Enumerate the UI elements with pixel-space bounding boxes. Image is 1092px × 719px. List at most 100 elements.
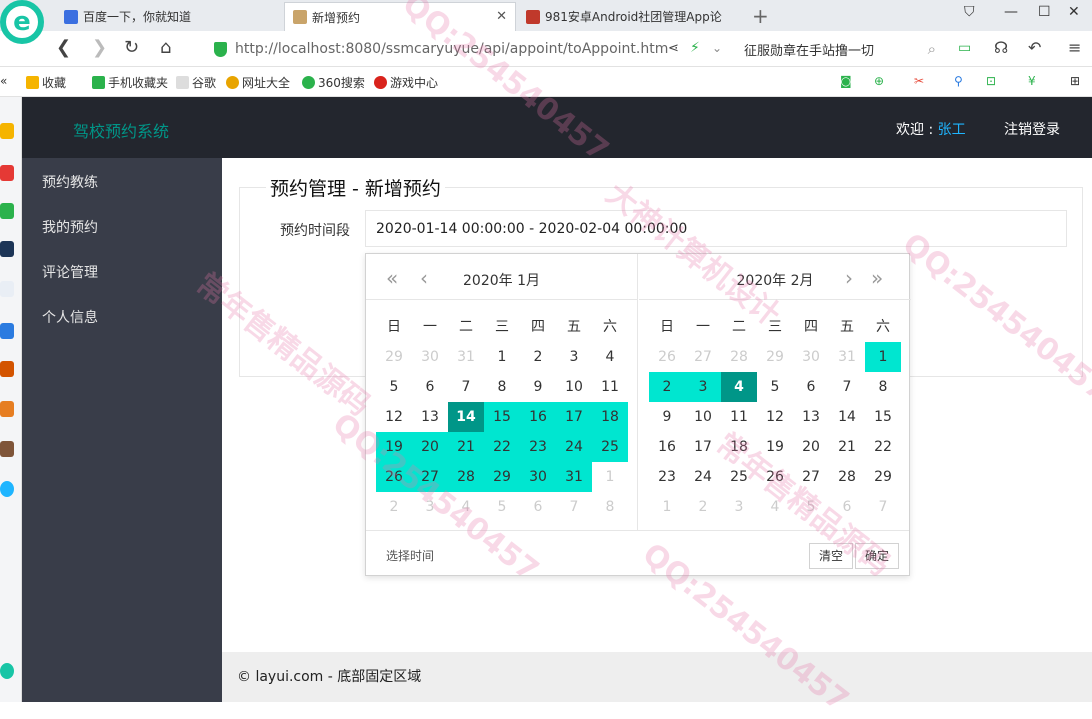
day-cell[interactable]: 26 (649, 342, 685, 372)
day-cell[interactable]: 16 (520, 402, 556, 432)
day-cell[interactable]: 21 (829, 432, 865, 462)
sidebar-item-my-appointments[interactable]: 我的预约 (42, 217, 98, 237)
day-cell[interactable]: 1 (592, 462, 628, 492)
day-cell[interactable]: 18 (592, 402, 628, 432)
undo-icon[interactable]: ↶ (1028, 38, 1041, 57)
game-icon[interactable] (0, 401, 14, 417)
brand-title[interactable]: 驾校预约系统 (73, 118, 169, 142)
day-cell[interactable]: 31 (448, 342, 484, 372)
day-cell[interactable]: 14 (829, 402, 865, 432)
day-cell[interactable]: 31 (556, 462, 592, 492)
bookmark-item[interactable]: 网址大全 (226, 74, 290, 91)
day-cell[interactable]: 15 (865, 402, 901, 432)
apps-grid-icon[interactable]: ⊞ (1070, 74, 1080, 88)
day-cell[interactable]: 10 (556, 372, 592, 402)
day-cell[interactable]: 4 (757, 492, 793, 522)
day-cell[interactable]: 18 (721, 432, 757, 462)
close-icon[interactable]: ✕ (496, 9, 507, 24)
day-cell[interactable]: 30 (793, 342, 829, 372)
menu-icon[interactable]: ≡ (1068, 38, 1081, 57)
browser-logo-icon[interactable]: e (0, 0, 44, 44)
day-cell[interactable]: 6 (412, 372, 448, 402)
day-cell[interactable]: 3 (685, 372, 721, 402)
username-link[interactable]: 张工 (938, 122, 966, 138)
day-cell[interactable]: 15 (484, 402, 520, 432)
day-cell[interactable]: 28 (721, 342, 757, 372)
day-cell[interactable]: 2 (649, 372, 685, 402)
bookmark-item[interactable]: 手机收藏夹 (92, 74, 168, 91)
day-cell[interactable]: 20 (793, 432, 829, 462)
bookmark-item[interactable]: 收藏 (26, 74, 66, 91)
day-cell[interactable]: 1 (484, 342, 520, 372)
day-cell[interactable]: 12 (376, 402, 412, 432)
lightning-icon[interactable]: ⚡ (690, 40, 700, 56)
extension-icon[interactable]: ◙ (840, 74, 852, 88)
sidebar-item-book-coach[interactable]: 预约教练 (42, 172, 98, 192)
back-icon[interactable]: ❮ (56, 37, 71, 58)
tab-baidu[interactable]: 百度一下，你就知道 (56, 2, 281, 31)
app-icon[interactable] (0, 481, 14, 497)
day-cell[interactable]: 2 (685, 492, 721, 522)
app-icon[interactable] (0, 323, 14, 339)
day-cell[interactable]: 30 (412, 342, 448, 372)
day-cell[interactable]: 7 (829, 372, 865, 402)
day-cell[interactable]: 23 (520, 432, 556, 462)
bookmark-item[interactable]: 谷歌 (176, 74, 216, 91)
bookmark-item[interactable]: 游戏中心 (374, 74, 438, 91)
sidebar-item-profile[interactable]: 个人信息 (42, 307, 98, 327)
day-cell[interactable]: 5 (757, 372, 793, 402)
day-cell[interactable]: 25 (592, 432, 628, 462)
chevron-down-icon[interactable]: ⌄ (712, 41, 722, 55)
day-cell[interactable]: 3 (556, 342, 592, 372)
confirm-button[interactable]: 确定 (855, 543, 900, 569)
magnifier-icon[interactable]: ⚲ (954, 74, 963, 88)
day-cell[interactable]: 17 (685, 432, 721, 462)
logout-link[interactable]: 注销登录 (1004, 119, 1060, 139)
mail-icon[interactable] (0, 203, 14, 219)
next-month-icon[interactable]: › (845, 266, 853, 290)
sidebar-toggle-icon[interactable]: « (0, 74, 7, 88)
tab-new-appointment[interactable]: 新增预约 ✕ (284, 2, 516, 31)
day-cell[interactable]: 26 (757, 462, 793, 492)
day-cell[interactable]: 19 (376, 432, 412, 462)
reload-icon[interactable]: ↻ (124, 37, 139, 58)
day-cell[interactable]: 7 (448, 372, 484, 402)
yen-icon[interactable]: ¥ (1028, 74, 1036, 88)
shirt-icon[interactable]: ⛉ (964, 4, 975, 20)
sidebar-item-comments[interactable]: 评论管理 (42, 262, 98, 282)
day-cell[interactable]: 4 (448, 492, 484, 522)
translate-icon[interactable]: ⊕ (874, 74, 884, 88)
add-icon[interactable] (0, 663, 14, 679)
day-cell[interactable]: 11 (721, 402, 757, 432)
day-cell[interactable]: 3 (412, 492, 448, 522)
share-icon[interactable]: ⋖ (668, 41, 679, 56)
search-icon[interactable]: ⌕ (928, 40, 936, 58)
day-cell[interactable]: 5 (793, 492, 829, 522)
day-cell[interactable]: 7 (556, 492, 592, 522)
window-close-icon[interactable]: ✕ (1068, 4, 1080, 20)
day-cell[interactable]: 29 (484, 462, 520, 492)
day-cell[interactable]: 27 (685, 342, 721, 372)
day-cell[interactable]: 9 (649, 402, 685, 432)
day-cell[interactable]: 11 (592, 372, 628, 402)
day-cell[interactable]: 19 (757, 432, 793, 462)
day-cell[interactable]: 8 (592, 492, 628, 522)
day-cell[interactable]: 9 (520, 372, 556, 402)
day-cell[interactable]: 13 (412, 402, 448, 432)
day-cell[interactable]: 27 (412, 462, 448, 492)
day-cell[interactable]: 4 (592, 342, 628, 372)
day-cell[interactable]: 26 (376, 462, 412, 492)
battery-icon[interactable]: ▭ (958, 40, 971, 56)
tab-android-app[interactable]: 981安卓Android社团管理App论 (518, 2, 746, 31)
day-cell[interactable]: 23 (649, 462, 685, 492)
day-cell[interactable]: 28 (448, 462, 484, 492)
day-cell[interactable]: 5 (376, 372, 412, 402)
game-icon[interactable] (0, 441, 14, 457)
choose-time-link[interactable]: 选择时间 (386, 547, 434, 564)
search-field[interactable]: 征服勋章在手站撸一切 ⌕ (744, 36, 944, 62)
game-icon[interactable] (0, 361, 14, 377)
minimize-icon[interactable]: — (1004, 4, 1018, 20)
day-cell[interactable]: 24 (685, 462, 721, 492)
day-cell[interactable]: 2 (520, 342, 556, 372)
day-cell[interactable]: 10 (685, 402, 721, 432)
